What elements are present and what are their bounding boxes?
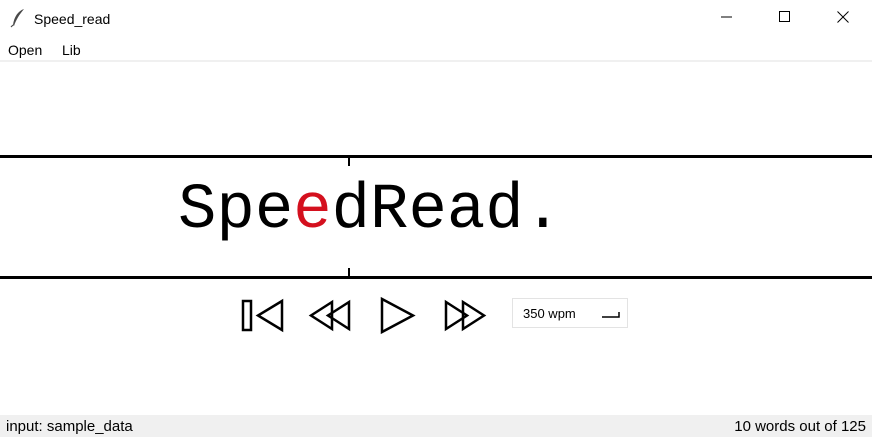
focus-marker-top xyxy=(348,158,350,166)
word-prefix: Spe xyxy=(178,175,294,247)
fast-forward-icon xyxy=(440,296,488,336)
window-title: Speed_read xyxy=(34,11,111,27)
maximize-button[interactable] xyxy=(756,0,814,38)
title-bar: Speed_read xyxy=(0,0,872,38)
rewind-button[interactable] xyxy=(306,296,354,336)
play-icon xyxy=(376,296,418,336)
word-suffix: dRead. xyxy=(331,175,563,247)
minimize-icon xyxy=(721,10,733,28)
skip-to-start-icon xyxy=(238,296,286,336)
restart-button[interactable] xyxy=(238,296,286,336)
menu-lib[interactable]: Lib xyxy=(62,41,81,59)
word-display: SpeedRead. xyxy=(178,176,562,246)
minimize-button[interactable] xyxy=(698,0,756,38)
close-icon xyxy=(837,10,849,28)
speed-value: 350 wpm xyxy=(523,306,576,321)
word-focus-letter: e xyxy=(293,175,332,247)
play-button[interactable] xyxy=(376,296,418,336)
rewind-icon xyxy=(306,296,354,336)
menu-open[interactable]: Open xyxy=(8,41,42,59)
reader-top-line xyxy=(0,155,872,158)
menu-bar: Open Lib xyxy=(0,38,872,62)
progress-label: 10 words out of 125 xyxy=(734,418,866,435)
focus-marker-bottom xyxy=(348,268,350,276)
speed-input[interactable]: 350 wpm xyxy=(512,298,628,328)
app-window: Speed_read Open Lib SpeedRead. 350 wpm i… xyxy=(0,0,872,437)
feather-icon xyxy=(10,8,26,28)
reader-bottom-line xyxy=(0,276,872,279)
enter-icon xyxy=(601,308,621,326)
input-source-label: input: sample_data xyxy=(6,418,133,435)
close-button[interactable] xyxy=(814,0,872,38)
maximize-icon xyxy=(779,10,791,28)
status-bar: input: sample_data 10 words out of 125 xyxy=(0,415,872,437)
fast-forward-button[interactable] xyxy=(440,296,488,336)
